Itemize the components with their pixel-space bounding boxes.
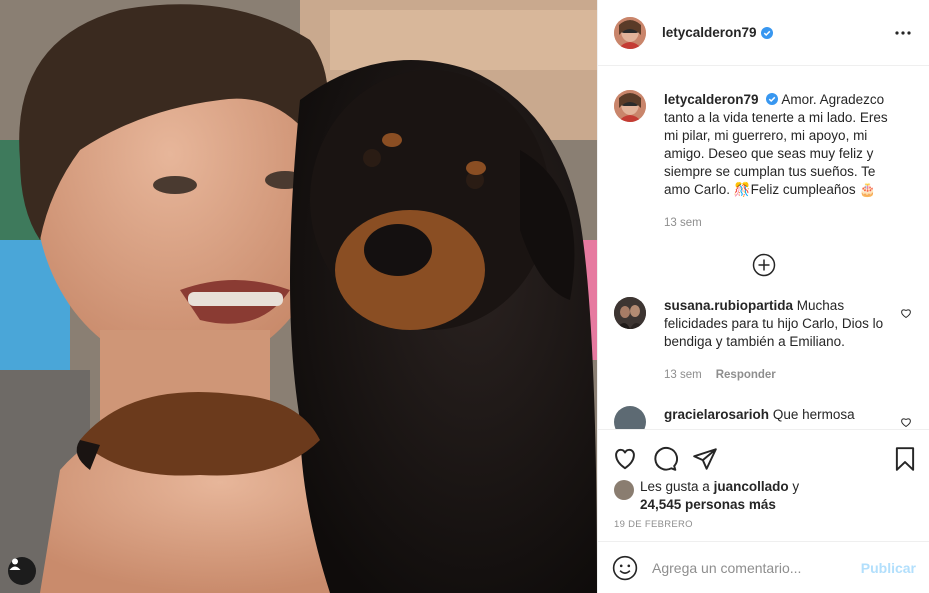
post-actions: Les gusta a juancollado y 24,545 persona… bbox=[598, 429, 929, 530]
photo-illustration bbox=[0, 0, 597, 593]
commenter-avatar-image bbox=[614, 297, 646, 329]
reply-button[interactable]: Responder bbox=[716, 369, 776, 381]
comment-input[interactable]: Agrega un comentario... bbox=[652, 560, 861, 576]
emoji-icon[interactable] bbox=[612, 555, 638, 581]
author-username[interactable]: letycalderon79 bbox=[662, 25, 757, 40]
add-comment-bar: Agrega un comentario... Publicar bbox=[598, 541, 929, 593]
post-caption: letycalderon79 Amor. Agradezco tanto a l… bbox=[598, 67, 929, 232]
verified-icon bbox=[760, 26, 773, 39]
load-more-comments[interactable] bbox=[598, 253, 929, 277]
comment-username[interactable]: gracielarosarioh bbox=[664, 407, 769, 422]
likes-text: Les gusta a juancollado y 24,545 persona… bbox=[640, 478, 799, 514]
bookmark-icon[interactable] bbox=[892, 446, 918, 472]
comment-username[interactable]: susana.rubiopartida bbox=[664, 298, 793, 313]
heart-icon[interactable] bbox=[612, 446, 638, 472]
comment-meta: 13 sem Responder bbox=[664, 366, 894, 384]
comments-list[interactable]: letycalderon79 Amor. Agradezco tanto a l… bbox=[598, 67, 929, 429]
caption-body: letycalderon79 Amor. Agradezco tanto a l… bbox=[664, 91, 896, 232]
likes-connector: y bbox=[792, 479, 800, 494]
caption-text: Amor. Agradezco tanto a la vida tenerte … bbox=[664, 92, 888, 197]
add-circle-icon bbox=[752, 253, 776, 277]
publish-button[interactable]: Publicar bbox=[861, 560, 916, 576]
liker-avatar[interactable] bbox=[614, 480, 634, 500]
comment-like-icon[interactable] bbox=[900, 416, 912, 428]
author-avatar[interactable] bbox=[614, 16, 646, 49]
more-icon bbox=[895, 30, 911, 35]
action-icons bbox=[598, 430, 929, 478]
likes-summary: Les gusta a juancollado y 24,545 persona… bbox=[598, 478, 929, 514]
comment-item: gracielarosarioh Que hermosa bbox=[598, 406, 929, 429]
comment-icon[interactable] bbox=[652, 446, 678, 472]
commenter-avatar[interactable] bbox=[614, 297, 646, 329]
verified-icon bbox=[766, 93, 779, 105]
tagged-users-button[interactable] bbox=[8, 557, 36, 585]
commenter-avatar[interactable] bbox=[614, 406, 646, 429]
more-options-button[interactable] bbox=[893, 23, 913, 43]
likes-prefix: Les gusta a bbox=[640, 479, 710, 494]
caption-avatar-image bbox=[614, 90, 646, 122]
post-date[interactable]: 19 DE FEBRERO bbox=[598, 519, 929, 530]
user-tag-icon bbox=[9, 558, 21, 570]
comment-time[interactable]: 13 sem bbox=[664, 369, 702, 381]
post-side-panel: letycalderon79 letycalderon79 Amor. Agra… bbox=[597, 0, 929, 593]
comment-like-icon[interactable] bbox=[900, 307, 912, 319]
author-avatar-image bbox=[614, 16, 646, 49]
post-photo[interactable] bbox=[0, 0, 597, 593]
share-icon[interactable] bbox=[692, 446, 718, 472]
caption-avatar[interactable] bbox=[614, 90, 646, 122]
caption-username[interactable]: letycalderon79 bbox=[664, 92, 759, 107]
caption-time[interactable]: 13 sem bbox=[664, 217, 702, 229]
post-header: letycalderon79 bbox=[598, 0, 929, 66]
comment-text: Que hermosa bbox=[772, 407, 855, 422]
comment-body: susana.rubiopartida Muchas felicidades p… bbox=[664, 297, 894, 384]
likes-count[interactable]: 24,545 personas más bbox=[640, 497, 776, 512]
comment-item: susana.rubiopartida Muchas felicidades p… bbox=[598, 297, 929, 384]
liker-username[interactable]: juancollado bbox=[714, 479, 789, 494]
comment-body: gracielarosarioh Que hermosa bbox=[664, 406, 894, 429]
caption-meta: 13 sem bbox=[664, 214, 896, 232]
